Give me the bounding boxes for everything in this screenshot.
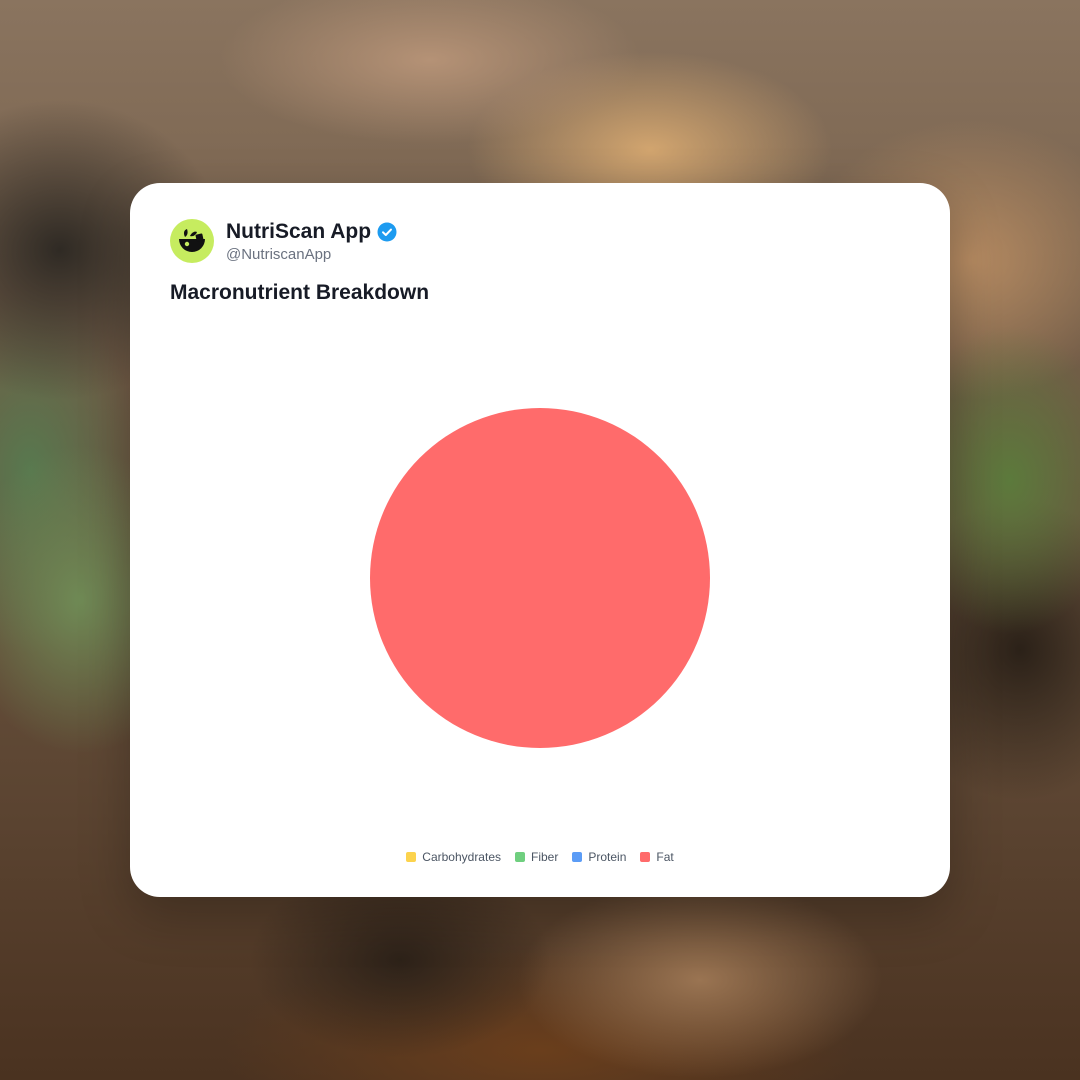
legend-item-carbohydrates[interactable]: Carbohydrates	[406, 850, 501, 864]
legend-label-fiber: Fiber	[531, 850, 559, 864]
legend-swatch-fat	[640, 852, 651, 862]
legend-item-protein[interactable]: Protein	[572, 850, 626, 864]
legend-swatch-carbohydrates	[406, 852, 417, 862]
chart-legend: Carbohydrates Fiber Protein Fat	[130, 850, 950, 864]
legend-item-fat[interactable]: Fat	[640, 850, 674, 864]
legend-label-carbohydrates: Carbohydrates	[422, 850, 501, 864]
legend-label-protein: Protein	[588, 850, 627, 864]
legend-label-fat: Fat	[656, 850, 674, 864]
legend-swatch-protein	[572, 852, 583, 862]
post-card: NutriScan App @NutriscanApp Macronutrien…	[130, 183, 950, 897]
pie-chart	[370, 408, 710, 748]
legend-swatch-fiber	[515, 852, 525, 862]
legend-item-fiber[interactable]: Fiber	[515, 850, 558, 864]
pie-slice-fat	[370, 408, 710, 748]
